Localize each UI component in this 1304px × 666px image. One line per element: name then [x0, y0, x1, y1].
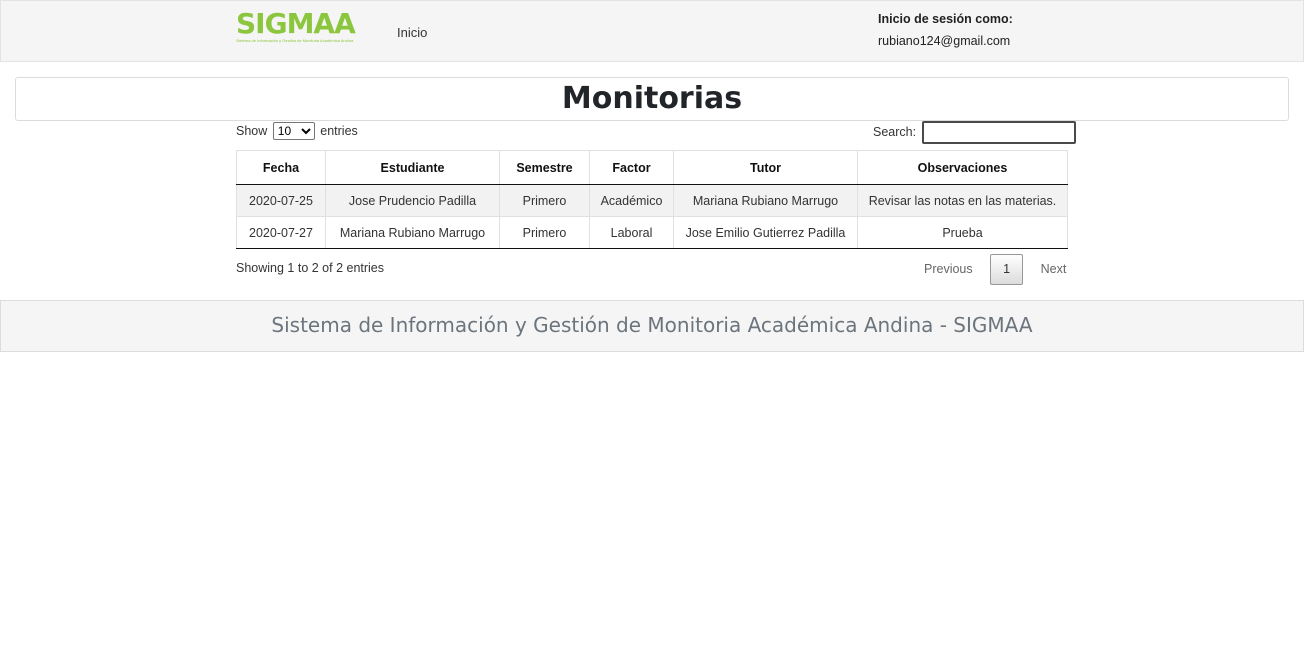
table-info: Showing 1 to 2 of 2 entries	[236, 261, 385, 275]
cell-fecha: 2020-07-25	[236, 184, 326, 217]
monitorias-table: Fecha Estudiante Semestre Factor Tutor O…	[236, 150, 1068, 249]
previous-page-button[interactable]: Previous	[916, 254, 981, 285]
search-input[interactable]	[921, 121, 1076, 144]
cell-semestre: Primero	[499, 184, 590, 217]
page-title-card: Monitorias	[15, 77, 1289, 121]
next-page-button[interactable]: Next	[1033, 254, 1075, 285]
cell-tutor: Jose Emilio Gutierrez Padilla	[673, 216, 858, 249]
cell-tutor: Mariana Rubiano Marrugo	[673, 184, 858, 217]
footer: Sistema de Información y Gestión de Moni…	[0, 300, 1304, 352]
cell-estudiante: Jose Prudencio Padilla	[325, 184, 500, 217]
logo-tagline: Sistema de Información y Gestión de Moni…	[236, 38, 354, 43]
cell-observaciones: Prueba	[857, 216, 1068, 249]
session-email: rubiano124@gmail.com	[878, 34, 1011, 48]
show-label: Show	[236, 124, 268, 138]
cell-semestre: Primero	[499, 216, 590, 249]
column-header-observaciones[interactable]: Observaciones	[857, 150, 1068, 185]
table-row[interactable]: 2020-07-27 Mariana Rubiano Marrugo Prime…	[236, 216, 1068, 249]
table-row[interactable]: 2020-07-25 Jose Prudencio Padilla Primer…	[236, 184, 1068, 217]
session-info: Inicio de sesión como: rubiano124@gmail.…	[878, 11, 1013, 49]
column-header-tutor[interactable]: Tutor	[673, 150, 858, 185]
cell-factor: Académico	[589, 184, 674, 217]
column-header-estudiante[interactable]: Estudiante	[325, 150, 500, 185]
sigmaa-logo[interactable]: SIGMAA Sistema de Información y Gestión …	[236, 10, 360, 48]
column-header-semestre[interactable]: Semestre	[499, 150, 590, 185]
page-button-1[interactable]: 1	[990, 254, 1024, 285]
cell-observaciones: Revisar las notas en las materias.	[857, 184, 1068, 217]
table-search-control: Search:	[873, 121, 1076, 144]
entries-label: entries	[320, 124, 358, 138]
table-header-row: Fecha Estudiante Semestre Factor Tutor O…	[236, 150, 1068, 185]
cell-estudiante: Mariana Rubiano Marrugo	[325, 216, 500, 249]
cell-factor: Laboral	[589, 216, 674, 249]
nav-link-inicio[interactable]: Inicio	[397, 25, 427, 40]
column-header-fecha[interactable]: Fecha	[236, 150, 326, 185]
top-navbar: SIGMAA Sistema de Información y Gestión …	[0, 0, 1304, 62]
search-label: Search:	[873, 124, 917, 139]
logo-wordmark: SIGMAA	[236, 7, 356, 40]
footer-text: Sistema de Información y Gestión de Moni…	[271, 313, 1033, 337]
page-title: Monitorias	[561, 81, 743, 116]
cell-fecha: 2020-07-27	[236, 216, 326, 249]
entries-length-control: Show 10 entries	[236, 122, 358, 140]
session-label: Inicio de sesión como:	[878, 12, 1013, 26]
pagination: Previous 1 Next	[916, 254, 1074, 285]
entries-length-select[interactable]: 10	[272, 122, 315, 140]
column-header-factor[interactable]: Factor	[589, 150, 674, 185]
